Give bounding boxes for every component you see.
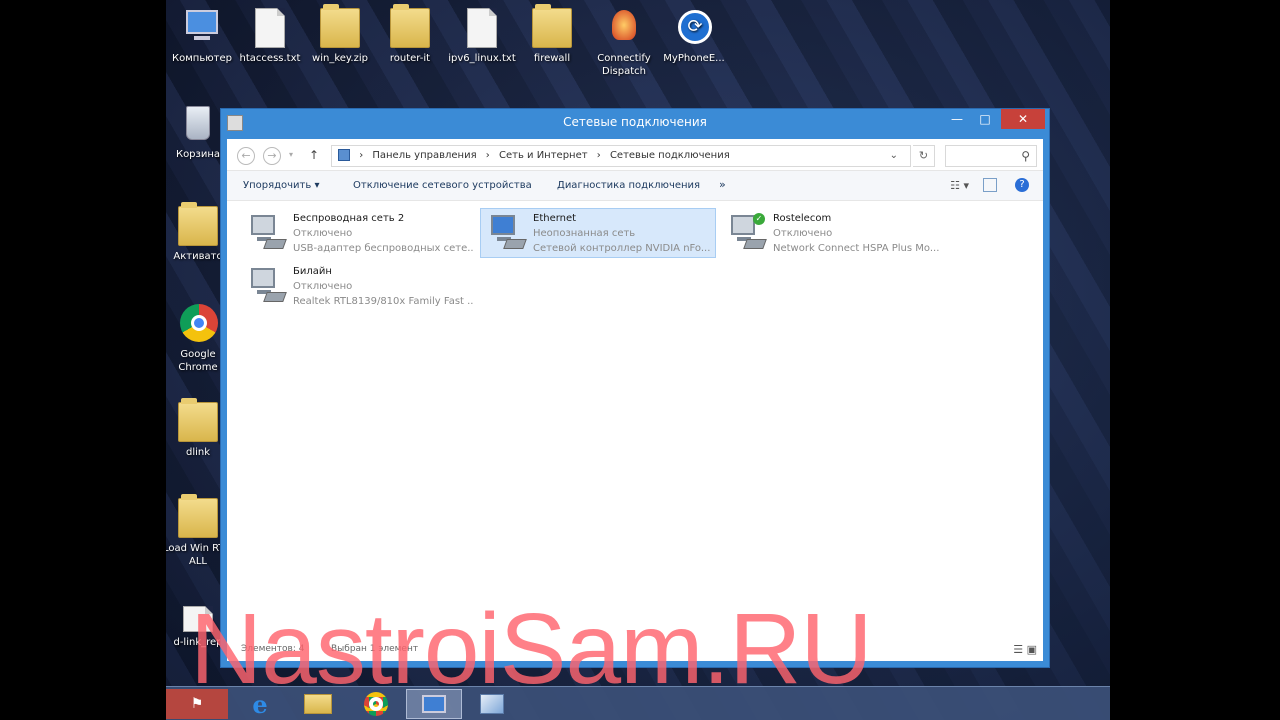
desktop-icon-computer[interactable]: Компьютер bbox=[166, 8, 238, 65]
change-view-icon[interactable]: ☷ ▾ bbox=[950, 179, 969, 192]
help-icon[interactable]: ? bbox=[1015, 178, 1029, 192]
search-input[interactable]: ⚲ bbox=[945, 145, 1037, 167]
window-title: Сетевые подключения bbox=[563, 115, 707, 129]
connection-name: Rostelecom bbox=[773, 213, 832, 224]
folder-icon bbox=[178, 202, 218, 246]
address-bar: ← → ▾ ↑ › Панель управления › Сеть и Инт… bbox=[227, 139, 1043, 171]
search-icon[interactable]: ⚲ bbox=[1021, 149, 1030, 163]
desktop-icon-label: router-it bbox=[389, 53, 431, 64]
desktop-icon-label: Компьютер bbox=[172, 53, 232, 64]
computer-icon bbox=[182, 8, 222, 48]
text-file-icon bbox=[255, 8, 285, 48]
connection-rostelecom[interactable]: ✓ Rostelecom Отключено Network Connect H… bbox=[721, 209, 957, 259]
minimize-button[interactable]: — bbox=[943, 109, 971, 129]
details-view-icon[interactable]: ☰ ▣ bbox=[1013, 643, 1037, 656]
network-adapter-icon bbox=[487, 215, 527, 251]
connection-wireless-2[interactable]: Беспроводная сеть 2 Отключено USB-адапте… bbox=[241, 209, 477, 259]
control-panel-icon bbox=[338, 149, 350, 161]
organize-button[interactable]: Упорядочить ▾ bbox=[243, 180, 319, 191]
network-connections-window[interactable]: Сетевые подключения — □ ✕ ← → ▾ ↑ › Пане… bbox=[220, 108, 1050, 668]
window-content: ← → ▾ ↑ › Панель управления › Сеть и Инт… bbox=[227, 139, 1043, 661]
network-adapter-icon bbox=[247, 215, 287, 251]
desktop-icon-label: ipv6_linux.txt bbox=[448, 53, 516, 64]
chrome-icon bbox=[178, 304, 218, 344]
breadcrumb-item-control-panel[interactable]: Панель управления bbox=[372, 150, 476, 161]
connection-status: Неопознанная сеть bbox=[533, 228, 636, 239]
connection-status: Отключено bbox=[293, 228, 353, 239]
myphone-icon: ⟳ bbox=[674, 8, 714, 48]
recent-locations-chevron-icon[interactable]: ▾ bbox=[289, 150, 293, 159]
connection-device: Network Connect HSPA Plus Mo... bbox=[773, 243, 940, 254]
breadcrumb-item-network-connections[interactable]: Сетевые подключения bbox=[610, 150, 730, 161]
folder-icon bbox=[532, 4, 572, 48]
connection-device: Realtek RTL8139/810x Family Fast ... bbox=[293, 296, 473, 307]
maximize-button[interactable]: □ bbox=[971, 109, 999, 129]
zip-folder-icon bbox=[320, 4, 360, 48]
connection-name: Беспроводная сеть 2 bbox=[293, 213, 405, 224]
desktop-icon-router-it[interactable]: router-it bbox=[374, 4, 446, 65]
chevron-down-icon[interactable]: ⌄ bbox=[890, 146, 898, 166]
disable-device-button[interactable]: Отключение сетевого устройства bbox=[353, 180, 532, 191]
more-commands-button[interactable]: » bbox=[719, 178, 726, 191]
network-adapter-icon bbox=[247, 268, 287, 304]
command-bar: Упорядочить ▾ Отключение сетевого устрой… bbox=[227, 171, 1043, 201]
folder-icon bbox=[178, 494, 218, 538]
desktop-icon-label: firewall bbox=[533, 53, 571, 64]
connection-status: Отключено bbox=[773, 228, 833, 239]
desktop-icon-myphone[interactable]: ⟳ MyPhoneE... bbox=[658, 8, 730, 65]
connection-beeline[interactable]: Билайн Отключено Realtek RTL8139/810x Fa… bbox=[241, 262, 477, 312]
desktop-icon-ipv6-linux[interactable]: ipv6_linux.txt bbox=[446, 8, 518, 65]
text-file-icon bbox=[467, 8, 497, 48]
desktop-icon-label: win_key.zip bbox=[312, 53, 368, 64]
folder-icon bbox=[390, 4, 430, 48]
refresh-icon[interactable]: ↻ bbox=[913, 145, 935, 167]
desktop-icon-win-key[interactable]: win_key.zip bbox=[304, 4, 376, 65]
connected-check-icon: ✓ bbox=[753, 213, 765, 225]
desktop-icon-firewall[interactable]: firewall bbox=[516, 4, 588, 65]
preview-pane-icon[interactable] bbox=[983, 178, 997, 192]
watermark-text: NastroiSam.RU bbox=[190, 593, 873, 705]
back-icon[interactable]: ← bbox=[237, 147, 255, 165]
connection-ethernet[interactable]: Ethernet Неопознанная сеть Сетевой контр… bbox=[480, 208, 716, 258]
close-button[interactable]: ✕ bbox=[1001, 109, 1045, 129]
connection-name: Билайн bbox=[293, 266, 332, 277]
connection-device: USB-адаптер беспроводных сете... bbox=[293, 243, 473, 254]
desktop-icon-label: htaccess.txt bbox=[239, 53, 301, 64]
desktop-icon-label: MyPhoneE... bbox=[663, 53, 725, 64]
recycle-bin-icon bbox=[178, 104, 218, 144]
up-arrow-icon[interactable]: ↑ bbox=[309, 148, 319, 162]
connection-device: Сетевой контроллер NVIDIA nFo... bbox=[533, 243, 711, 254]
desktop-icon-label: Connectify Dispatch bbox=[597, 53, 651, 77]
connection-name: Ethernet bbox=[533, 213, 577, 224]
connection-status: Отключено bbox=[293, 281, 353, 292]
forward-icon[interactable]: → bbox=[263, 147, 281, 165]
window-titlebar[interactable]: Сетевые подключения — □ ✕ bbox=[221, 109, 1049, 137]
modem-connection-icon: ✓ bbox=[727, 213, 767, 251]
desktop-icon-htaccess[interactable]: htaccess.txt bbox=[234, 8, 306, 65]
folder-icon bbox=[178, 398, 218, 442]
address-breadcrumb[interactable]: › Панель управления › Сеть и Интернет › … bbox=[331, 145, 911, 167]
connectify-icon bbox=[604, 8, 644, 48]
desktop-icon-connectify[interactable]: Connectify Dispatch bbox=[588, 8, 660, 78]
breadcrumb-item-network-internet[interactable]: Сеть и Интернет bbox=[499, 150, 588, 161]
diagnose-connection-button[interactable]: Диагностика подключения bbox=[557, 180, 700, 191]
